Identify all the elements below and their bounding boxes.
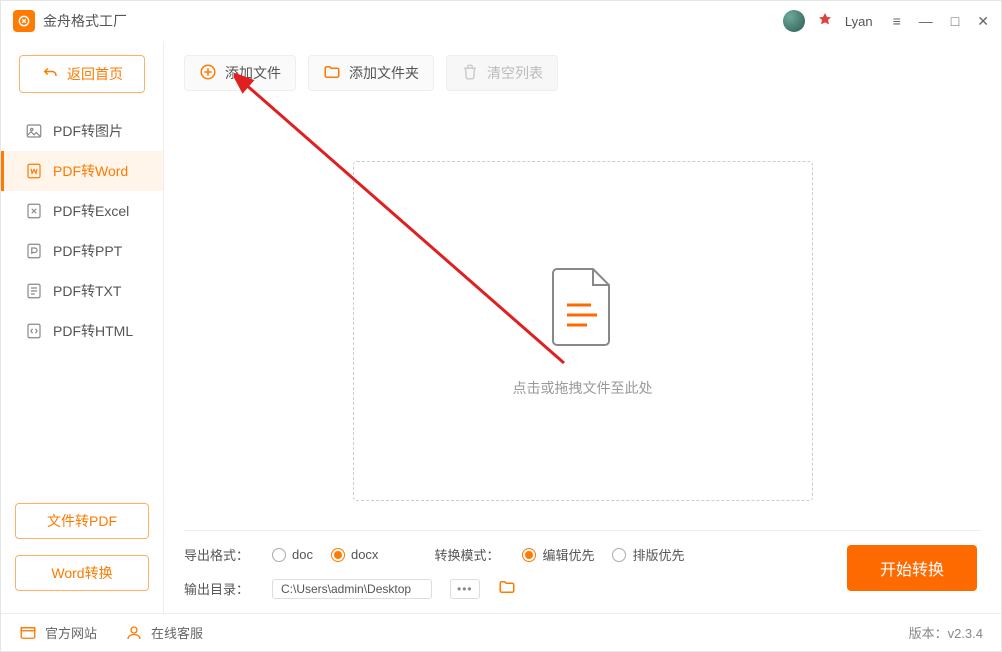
sidebar-item-label: PDF转HTML	[53, 321, 133, 341]
export-format-label: 导出格式：	[184, 545, 254, 564]
back-home-label: 返回首页	[67, 64, 123, 84]
sidebar-item-pdf-to-excel[interactable]: PDF转Excel	[1, 191, 163, 231]
folder-icon	[323, 63, 341, 84]
mode-edit-label: 编辑优先	[542, 545, 594, 564]
sidebar-item-pdf-to-html[interactable]: PDF转HTML	[1, 311, 163, 351]
format-doc-label: doc	[292, 547, 313, 562]
back-arrow-icon	[41, 64, 59, 85]
start-convert-button[interactable]: 开始转换	[847, 545, 977, 591]
sidebar-item-label: PDF转TXT	[53, 281, 121, 301]
clear-list-label: 清空列表	[487, 63, 543, 83]
trash-icon	[461, 63, 479, 84]
radio-icon	[612, 548, 626, 562]
file-to-pdf-button[interactable]: 文件转PDF	[15, 503, 149, 539]
minimize-icon[interactable]: —	[919, 13, 933, 30]
radio-checked-icon	[331, 548, 345, 562]
format-docx-label: docx	[351, 547, 378, 562]
close-icon[interactable]: ✕	[977, 13, 989, 30]
user-avatar[interactable]	[783, 10, 805, 32]
toolbar: 添加文件 添加文件夹 清空列表	[184, 55, 981, 91]
vip-icon	[817, 11, 833, 32]
html-icon	[25, 322, 43, 340]
mode-layout-radio[interactable]: 排版优先	[612, 545, 684, 564]
drop-zone[interactable]: 点击或拖拽文件至此处	[353, 161, 813, 501]
ppt-icon	[25, 242, 43, 260]
output-dir-label: 输出目录：	[184, 579, 254, 598]
radio-checked-icon	[522, 548, 536, 562]
mode-layout-label: 排版优先	[632, 545, 684, 564]
word-icon	[25, 162, 43, 180]
version-text: 版本：v2.3.4	[909, 623, 983, 642]
output-dir-input[interactable]: C:\Users\admin\Desktop	[272, 579, 432, 599]
word-convert-button[interactable]: Word转换	[15, 555, 149, 591]
menu-icon[interactable]: ≡	[893, 13, 901, 30]
add-file-button[interactable]: 添加文件	[184, 55, 296, 91]
format-docx-radio[interactable]: docx	[331, 547, 378, 562]
browse-path-button[interactable]: •••	[450, 579, 480, 599]
bottom-controls: 导出格式： doc docx 转换模式： 编辑优先	[184, 530, 981, 613]
main-area: 添加文件 添加文件夹 清空列表	[164, 41, 1001, 613]
sidebar-item-pdf-to-ppt[interactable]: PDF转PPT	[1, 231, 163, 271]
sidebar-item-pdf-to-txt[interactable]: PDF转TXT	[1, 271, 163, 311]
sidebar-item-label: PDF转PPT	[53, 241, 122, 261]
format-doc-radio[interactable]: doc	[272, 547, 313, 562]
add-file-label: 添加文件	[225, 63, 281, 83]
sidebar-item-pdf-to-image[interactable]: PDF转图片	[1, 111, 163, 151]
add-folder-label: 添加文件夹	[349, 63, 419, 83]
online-support-label: 在线客服	[151, 623, 203, 642]
sidebar: 返回首页 PDF转图片 PDF转Word PDF转Excel PDF转PPT P…	[1, 41, 164, 613]
app-title: 金舟格式工厂	[43, 11, 127, 31]
excel-icon	[25, 202, 43, 220]
drop-zone-hint: 点击或拖拽文件至此处	[513, 378, 653, 398]
online-support-link[interactable]: 在线客服	[125, 623, 203, 642]
open-folder-button[interactable]	[498, 578, 516, 599]
convert-mode-label: 转换模式：	[434, 545, 504, 564]
app-logo-icon	[13, 10, 35, 32]
official-site-label: 官方网站	[45, 623, 97, 642]
maximize-icon[interactable]: □	[951, 13, 959, 30]
mode-edit-radio[interactable]: 编辑优先	[522, 545, 594, 564]
title-bar: 金舟格式工厂 Lyan ≡ — □ ✕	[1, 1, 1001, 41]
sidebar-item-label: PDF转Word	[53, 161, 128, 181]
sidebar-item-pdf-to-word[interactable]: PDF转Word	[1, 151, 163, 191]
document-icon	[547, 265, 619, 354]
clear-list-button[interactable]: 清空列表	[446, 55, 558, 91]
add-folder-button[interactable]: 添加文件夹	[308, 55, 434, 91]
txt-icon	[25, 282, 43, 300]
footer: 官方网站 在线客服 版本：v2.3.4	[1, 613, 1001, 651]
sidebar-item-label: PDF转Excel	[53, 201, 129, 221]
username[interactable]: Lyan	[845, 14, 873, 29]
radio-icon	[272, 548, 286, 562]
official-site-link[interactable]: 官方网站	[19, 623, 97, 642]
sidebar-item-label: PDF转图片	[53, 121, 123, 141]
back-home-button[interactable]: 返回首页	[19, 55, 145, 93]
plus-circle-icon	[199, 63, 217, 84]
image-icon	[25, 122, 43, 140]
